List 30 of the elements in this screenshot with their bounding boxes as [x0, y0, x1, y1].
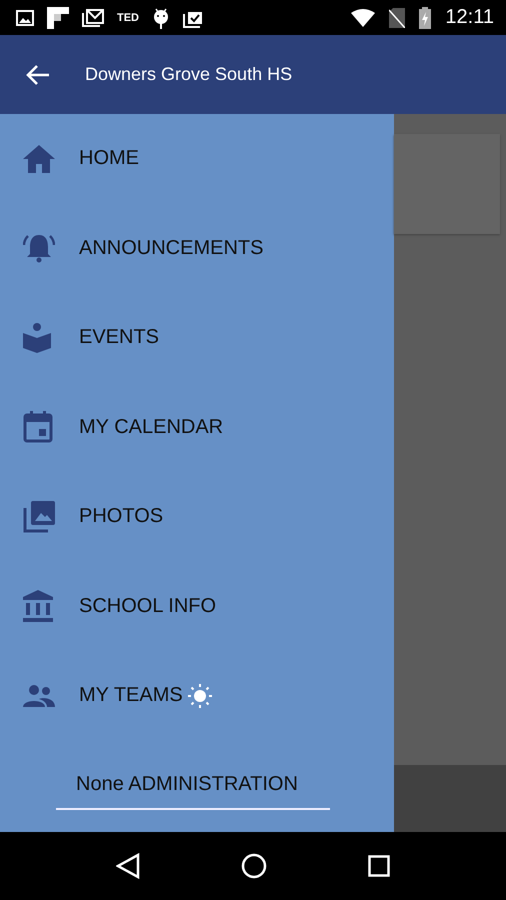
people-icon [23, 684, 55, 707]
home-circle-icon[interactable] [240, 853, 267, 879]
back-icon[interactable] [116, 853, 140, 879]
calendar-icon [23, 411, 53, 444]
home-icon [23, 144, 55, 173]
menu-item[interactable]: MY CALENDAR [0, 382, 394, 472]
back-arrow-icon [26, 64, 50, 86]
image-icon [16, 10, 34, 26]
menu-item[interactable]: PHOTOS [0, 472, 394, 562]
team-dropdown[interactable]: None ADMINISTRATION [56, 762, 330, 810]
reading-person-icon [23, 322, 51, 353]
back-button[interactable] [26, 64, 50, 86]
mail-icon [82, 8, 104, 26]
bell-ringing-icon [23, 233, 55, 264]
menu-item[interactable]: EVENTS [0, 293, 394, 382]
flipboard-icon [47, 6, 69, 28]
no-sim-icon [389, 8, 406, 28]
recents-icon[interactable] [368, 855, 390, 877]
battery-charging-icon [419, 6, 432, 28]
notification-text: TED [117, 12, 139, 24]
menu-item[interactable]: HOME [0, 114, 394, 204]
app-title: Downers Grove South HS [85, 64, 292, 85]
menu-item[interactable]: SCHOOL INFO [0, 562, 394, 651]
clock-time: 12:11 [445, 6, 494, 29]
bank-building-icon [23, 590, 53, 622]
wifi-icon [351, 8, 376, 26]
menu-item[interactable]: ANNOUNCEMENTS [0, 204, 394, 293]
android-icon [152, 6, 170, 28]
photo-library-icon [23, 500, 55, 533]
menu-item[interactable]: MY TEAMS [0, 651, 394, 740]
